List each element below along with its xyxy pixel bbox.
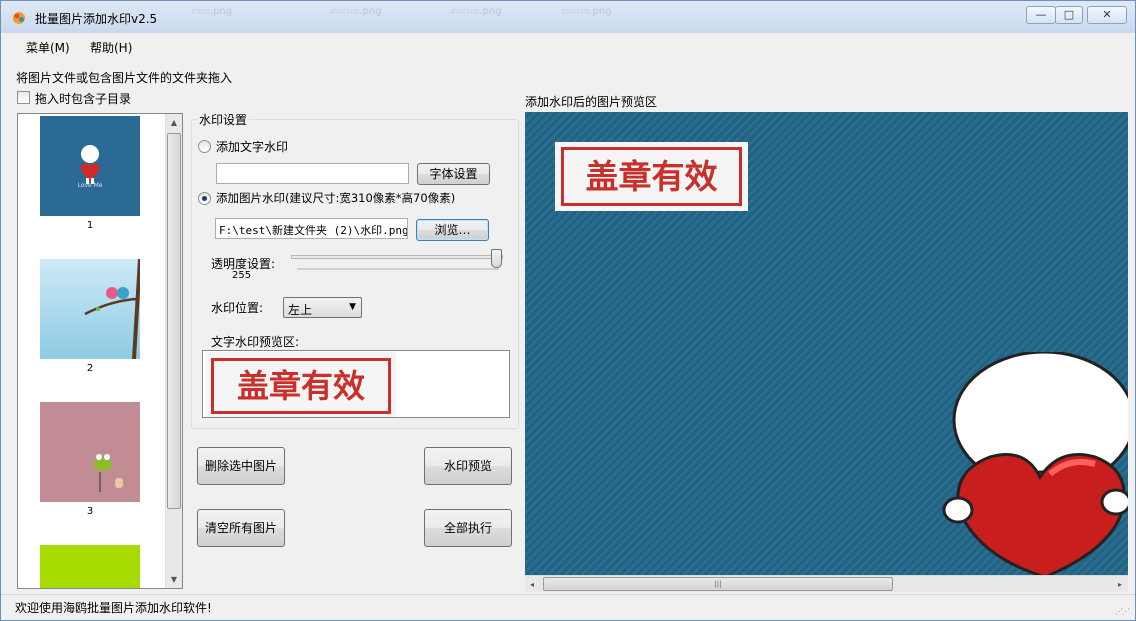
opacity-slider-track[interactable] [291,255,503,259]
thumbnail-scrollbar[interactable]: ▲ ▼ [165,114,182,588]
frog-icon [94,454,123,492]
text-watermark-radio[interactable] [198,140,211,153]
scroll-up-icon[interactable]: ▲ [166,114,182,131]
thumbnail-caption: Love Me [77,182,103,189]
thumbnail-number: 3 [86,506,94,517]
thumbnail-number: 2 [86,363,94,374]
text-watermark-label: 添加文字水印 [216,140,289,154]
menu-main[interactable]: 菜单(M) [26,39,70,56]
image-watermark-label: 添加图片水印(建议尺寸:宽310像素*高70像素) [216,191,456,205]
status-text: 欢迎使用海鸥批量图片添加水印软件! [15,601,212,615]
execute-all-button[interactable]: 全部执行 [424,509,512,547]
resize-grip-icon[interactable]: ⋰⋰ [1115,607,1130,616]
position-label: 水印位置: [211,301,264,315]
image-path-input[interactable]: F:\test\新建文件夹 (2)\水印.png [215,218,408,239]
ghost-filename: ▭▭▭.png [331,6,382,17]
watermark-preview-area: 盖章有效 [525,112,1128,575]
browse-button[interactable]: 浏览… [416,219,489,241]
thumbnail-image[interactable]: Love Me [40,116,140,216]
opacity-slider-ticks [297,268,499,270]
minimize-button[interactable]: — [1026,6,1056,24]
window-title: 批量图片添加水印v2.5 [35,12,158,26]
scrollbar-thumb[interactable]: ||| [543,577,893,591]
clear-all-button[interactable]: 清空所有图片 [197,509,285,547]
character-heart-icon [942,352,1128,575]
thumbnail-list[interactable]: Love Me 1 2 3 ▲ ▼ [17,113,183,589]
maximize-button[interactable]: □ [1055,6,1083,24]
stamp-text: 盖章有效 [211,358,391,414]
delete-selected-button[interactable]: 删除选中图片 [197,447,285,485]
include-subdirs-label: 拖入时包含子目录 [35,92,132,106]
thumbnail-image[interactable] [40,258,142,360]
stamp-watermark: 盖章有效 [555,142,748,211]
ghost-filename: ▭▭▭.png [561,6,612,17]
thumbnail-number: 1 [86,220,94,231]
app-window: 批量图片添加水印v2.5 ▭▭.png ▭▭▭.png ▭▭▭.png ▭▭▭.… [0,0,1136,621]
status-bar: 欢迎使用海鸥批量图片添加水印软件! ⋰⋰ [1,594,1135,620]
scroll-left-icon[interactable]: ◂ [525,576,539,593]
drop-hint: 将图片文件或包含图片文件的文件夹拖入 [16,71,233,85]
birds-branch-icon [84,258,142,360]
preview-hscrollbar[interactable]: ◂ ||| ▸ [525,575,1128,592]
include-subdirs-checkbox[interactable] [17,91,30,104]
font-settings-button[interactable]: 字体设置 [417,163,490,185]
opacity-slider-handle[interactable] [491,249,502,268]
stamp-watermark: 盖章有效 [206,352,396,417]
position-select[interactable]: 左上 ▼ [283,297,362,318]
dropdown-arrow-icon: ▼ [349,302,356,312]
scroll-down-icon[interactable]: ▼ [166,571,182,588]
character-heart-icon [80,145,100,184]
position-value: 左上 [288,303,313,317]
watermark-preview-button[interactable]: 水印预览 [424,447,512,485]
scroll-right-icon[interactable]: ▸ [1113,576,1127,593]
menu-help[interactable]: 帮助(H) [90,39,132,56]
menu-bar: 菜单(M) 帮助(H) [1,34,1135,58]
thumbnail-image[interactable] [40,402,140,502]
ghost-filename: ▭▭▭.png [451,6,502,17]
title-bar: 批量图片添加水印v2.5 ▭▭.png ▭▭▭.png ▭▭▭.png ▭▭▭.… [1,1,1135,33]
watermark-text-input[interactable] [216,163,409,184]
text-preview-label: 文字水印预览区: [211,335,300,349]
opacity-value: 255 [232,270,252,281]
scrollbar-thumb[interactable] [167,133,181,509]
app-icon [13,12,25,24]
text-watermark-preview: 盖章有效 [202,350,510,418]
group-title: 水印设置 [197,111,250,128]
thumbnail-image[interactable] [40,545,140,588]
ghost-filename: ▭▭.png [191,6,233,17]
stamp-text: 盖章有效 [561,147,742,206]
close-button[interactable]: ✕ [1087,6,1127,24]
preview-title: 添加水印后的图片预览区 [525,95,658,109]
image-watermark-radio[interactable] [198,192,211,205]
